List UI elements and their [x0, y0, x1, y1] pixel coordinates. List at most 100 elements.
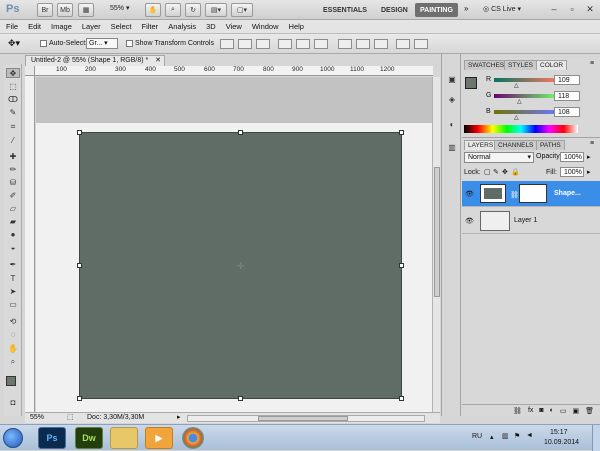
align-bottom-icon[interactable]	[256, 39, 270, 49]
new-layer-icon[interactable]: ▣	[572, 407, 579, 415]
quick-mask-icon[interactable]: ◘	[6, 398, 20, 408]
close-document-icon[interactable]: ✕	[155, 56, 161, 66]
layer-row-shape[interactable]: 👁 ⛓ Shape...	[462, 181, 600, 207]
vertical-ruler[interactable]	[25, 76, 35, 412]
foreground-color-swatch[interactable]	[465, 77, 477, 89]
g-slider-handle-icon[interactable]: △	[517, 98, 522, 105]
tray-volume-icon[interactable]: ◄	[526, 432, 533, 439]
distribute-left-icon[interactable]	[396, 39, 410, 49]
view-extras-button[interactable]: ▦	[78, 3, 94, 17]
screen-mode-button[interactable]: ▢▾	[231, 3, 253, 17]
workspace-essentials[interactable]: ESSENTIALS	[318, 3, 372, 17]
menu-view[interactable]: View	[226, 22, 242, 31]
status-arrow-icon[interactable]: ▸	[177, 413, 181, 423]
g-slider[interactable]	[494, 94, 558, 98]
eraser-tool-icon[interactable]: ▱	[6, 204, 20, 214]
layer-name[interactable]: Layer 1	[514, 217, 537, 224]
healing-brush-tool-icon[interactable]: ✚	[6, 152, 20, 162]
start-button[interactable]	[3, 428, 23, 448]
align-left-icon[interactable]	[278, 39, 292, 49]
layer-style-icon[interactable]: fx	[528, 407, 533, 414]
delete-layer-icon[interactable]: 🗑	[585, 407, 594, 415]
hand-tool-icon[interactable]: ✋	[6, 344, 20, 354]
hand-tool-button[interactable]: ✋	[145, 3, 161, 17]
crop-tool-icon[interactable]: ⌗	[6, 122, 20, 132]
tray-network-icon[interactable]: ▥	[502, 432, 509, 440]
menu-help[interactable]: Help	[289, 22, 304, 31]
show-desktop-button[interactable]	[592, 425, 600, 451]
eyedropper-tool-icon[interactable]: ⁄	[6, 136, 20, 146]
path-selection-tool-icon[interactable]: ➤	[6, 287, 20, 297]
reference-point-icon[interactable]: ✛	[237, 261, 245, 272]
close-icon[interactable]: ✕	[584, 3, 596, 15]
cs-live-menu[interactable]: ◎ CS Live ▾	[483, 5, 521, 13]
menu-filter[interactable]: Filter	[142, 22, 159, 31]
transform-handle[interactable]	[238, 130, 243, 135]
vertical-scrollbar[interactable]	[432, 77, 440, 412]
adjustments-panel-icon[interactable]: ◐	[445, 119, 459, 131]
vertical-scroll-thumb[interactable]	[434, 167, 440, 297]
align-right-icon[interactable]	[314, 39, 328, 49]
taskbar-photoshop[interactable]: Ps	[38, 427, 66, 449]
fill-chevron-icon[interactable]: ▸	[587, 168, 591, 176]
workspace-menu-chevron-icon[interactable]: »	[464, 4, 468, 13]
menu-window[interactable]: Window	[252, 22, 279, 31]
transform-handle[interactable]	[399, 130, 404, 135]
opacity-field[interactable]: 100%	[560, 152, 584, 162]
minimize-icon[interactable]: –	[548, 3, 560, 15]
taskbar-dreamweaver[interactable]: Dw	[75, 427, 103, 449]
folder-icon[interactable]	[110, 427, 138, 449]
transform-handle[interactable]	[399, 396, 404, 401]
transform-handle[interactable]	[77, 396, 82, 401]
clock-time[interactable]: 15:17	[550, 429, 568, 436]
history-panel-icon[interactable]: ▣	[445, 74, 459, 86]
menu-3d[interactable]: 3D	[206, 22, 216, 31]
visibility-eye-icon[interactable]: 👁	[465, 190, 474, 198]
align-top-icon[interactable]	[220, 39, 234, 49]
zoom-level-dropdown[interactable]: 55% ▾	[110, 4, 129, 12]
lock-image-icon[interactable]: ✎	[493, 168, 499, 176]
lock-transparent-icon[interactable]: ▢	[484, 168, 491, 176]
pen-tool-icon[interactable]: ✒	[6, 260, 20, 270]
lasso-tool-icon[interactable]: ↀ	[6, 95, 20, 105]
history-brush-tool-icon[interactable]: ✐	[6, 191, 20, 201]
color-spectrum-bar[interactable]	[464, 125, 578, 133]
maximize-icon[interactable]: ▫	[566, 3, 578, 15]
zoom-tool-button[interactable]: ⌕	[165, 3, 181, 17]
r-slider-handle-icon[interactable]: △	[514, 82, 519, 89]
distribute-vcenter-icon[interactable]	[356, 39, 370, 49]
b-value-field[interactable]: 108	[554, 107, 580, 117]
transform-handle[interactable]	[238, 396, 243, 401]
tab-layers[interactable]: LAYERS	[464, 140, 498, 150]
workspace-painting[interactable]: PAINTING	[415, 3, 458, 17]
clock-date[interactable]: 10.09.2014	[544, 439, 579, 446]
foreground-color-swatch[interactable]	[6, 376, 16, 386]
bridge-button[interactable]: Br	[37, 3, 53, 17]
rotate-view-button[interactable]: ↻	[185, 3, 201, 17]
chrome-icon[interactable]	[182, 427, 204, 449]
auto-select-checkbox[interactable]	[40, 40, 47, 47]
tray-flag-icon[interactable]: ⚑	[514, 432, 520, 440]
horizontal-ruler[interactable]: 100 200 300 400 500 600 700 800 900 1000…	[35, 66, 433, 76]
layer-row-layer1[interactable]: 👁 Layer 1	[462, 208, 600, 234]
transform-handle[interactable]	[77, 130, 82, 135]
add-mask-icon[interactable]: ◙	[539, 407, 543, 414]
minibridge-button[interactable]: Mb	[57, 3, 73, 17]
r-slider[interactable]	[494, 78, 558, 82]
brush-tool-icon[interactable]: ✏	[6, 165, 20, 175]
marquee-tool-icon[interactable]: ⬚	[6, 82, 20, 92]
tab-color[interactable]: COLOR	[536, 60, 568, 70]
new-group-icon[interactable]: ▭	[560, 407, 567, 415]
type-tool-icon[interactable]: T	[6, 274, 20, 284]
status-nav-icon[interactable]: ⬚	[67, 413, 74, 423]
auto-select-dropdown[interactable]: Gr... ▾	[86, 38, 118, 49]
blur-tool-icon[interactable]: ●	[6, 230, 20, 240]
dodge-tool-icon[interactable]: ◒	[6, 243, 20, 253]
masks-panel-icon[interactable]: ▥	[445, 142, 459, 154]
g-value-field[interactable]: 118	[554, 91, 580, 101]
navigator-panel-icon[interactable]: ◈	[445, 94, 459, 106]
tab-paths[interactable]: PATHS	[536, 140, 565, 150]
clone-stamp-tool-icon[interactable]: ⛁	[6, 178, 20, 188]
tab-channels[interactable]: CHANNELS	[494, 140, 538, 150]
link-layers-icon[interactable]: ⛓	[513, 407, 522, 415]
